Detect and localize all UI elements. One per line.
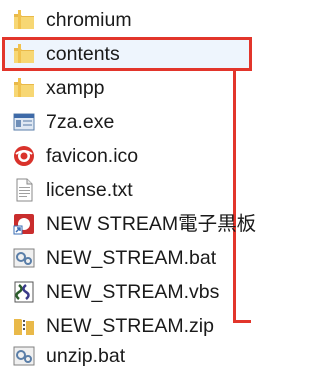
executable-icon (11, 109, 37, 135)
file-row-new-stream-vbs[interactable]: NEW_STREAM.vbs (0, 275, 251, 309)
file-row-favicon-ico[interactable]: favicon.ico (0, 139, 251, 173)
file-row-unzip-bat[interactable]: unzip.bat (0, 339, 251, 373)
file-name: license.txt (46, 179, 133, 201)
file-name: xampp (46, 77, 105, 99)
file-name: NEW_STREAM.bat (46, 247, 217, 269)
batch-file-icon (11, 343, 37, 369)
file-name: 7za.exe (46, 111, 115, 133)
folder-icon (11, 75, 37, 101)
text-file-icon (11, 177, 37, 203)
file-name: contents (46, 43, 120, 65)
file-row-new-stream-zip[interactable]: NEW_STREAM.zip (0, 309, 251, 343)
file-name: unzip.bat (46, 345, 126, 367)
file-row-new-stream-bat[interactable]: NEW_STREAM.bat (0, 241, 251, 275)
file-name: NEW STREAM電子黒板 (46, 213, 257, 235)
file-name: chromium (46, 9, 132, 31)
file-name: NEW_STREAM.vbs (46, 281, 220, 303)
folder-icon (11, 41, 37, 67)
file-name: favicon.ico (46, 145, 139, 167)
file-row-license-txt[interactable]: license.txt (0, 173, 251, 207)
favicon-icon (11, 143, 37, 169)
file-name: NEW_STREAM.zip (46, 315, 214, 337)
file-row-contents[interactable]: contents (0, 37, 251, 71)
file-row-new-stream-shortcut[interactable]: NEW STREAM電子黒板 (0, 207, 256, 241)
batch-file-icon (11, 245, 37, 271)
script-file-icon (11, 279, 37, 305)
zip-folder-icon (11, 313, 37, 339)
shortcut-icon (11, 211, 37, 237)
file-row-7za-exe[interactable]: 7za.exe (0, 105, 251, 139)
file-list: chromium contents xampp 7za.exe favicon.… (0, 0, 256, 367)
file-row-chromium[interactable]: chromium (0, 3, 251, 37)
folder-icon (11, 7, 37, 33)
file-row-xampp[interactable]: xampp (0, 71, 251, 105)
